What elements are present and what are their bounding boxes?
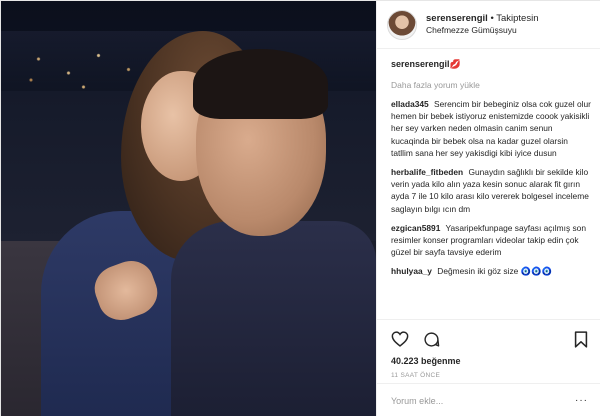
post-actions: 40.223 beğenme 11 SAAT ÖNCE (377, 319, 600, 379)
comment-input[interactable] (391, 395, 571, 406)
header-username[interactable]: serenserengil (426, 13, 488, 24)
instagram-post: serenserengil • Takiptesin Chefmezze Güm… (0, 0, 600, 416)
man-hair (193, 49, 328, 119)
add-comment-bar: ··· (377, 383, 600, 416)
comments-list[interactable]: serenserengil💋 Daha fazla yorum yükle el… (377, 49, 600, 321)
more-options-icon[interactable]: ··· (575, 395, 588, 406)
load-more-comments[interactable]: Daha fazla yorum yükle (391, 80, 592, 90)
header-top-line: serenserengil • Takiptesin (426, 13, 538, 25)
header-text: serenserengil • Takiptesin Chefmezze Güm… (426, 13, 538, 36)
likes-count[interactable]: 40.223 beğenme (391, 356, 588, 366)
man-figure (171, 221, 376, 416)
post-photo[interactable] (1, 1, 376, 416)
comment-item: herbalife_fitbeden Gunaydın sağlıklı bir… (391, 166, 592, 215)
post-side-panel: serenserengil • Takiptesin Chefmezze Güm… (376, 1, 600, 416)
comment-username[interactable]: ellada345 (391, 99, 429, 109)
comment-username[interactable]: herbalife_fitbeden (391, 167, 463, 177)
caption-emoji: 💋 (449, 59, 461, 69)
comment-username[interactable]: hhulyaa_y (391, 266, 432, 276)
comment-icon[interactable] (423, 331, 440, 348)
comment-item: ezgican5891 Yasaripekfunpage sayfası açı… (391, 222, 592, 259)
comment-username[interactable]: ezgican5891 (391, 223, 440, 233)
avatar[interactable] (387, 9, 417, 40)
location-link[interactable]: Chefmezze Gümüşsuyu (426, 25, 538, 36)
post-timestamp: 11 SAAT ÖNCE (391, 372, 441, 379)
comment-item: hhulyaa_y Değmesin iki göz size 🧿🧿🧿 (391, 265, 592, 277)
comment-item: ellada345 Serencim bir bebeginiz olsa co… (391, 98, 592, 159)
follow-status[interactable]: • Takiptesin (490, 13, 538, 24)
action-icons (391, 326, 588, 352)
post-header: serenserengil • Takiptesin Chefmezze Güm… (377, 1, 600, 49)
comment-text: Değmesin iki göz size 🧿🧿🧿 (437, 266, 552, 277)
caption: serenserengil💋 (391, 59, 592, 70)
bookmark-icon[interactable] (574, 330, 588, 348)
caption-username[interactable]: serenserengil (391, 59, 450, 69)
heart-icon[interactable] (391, 331, 409, 347)
